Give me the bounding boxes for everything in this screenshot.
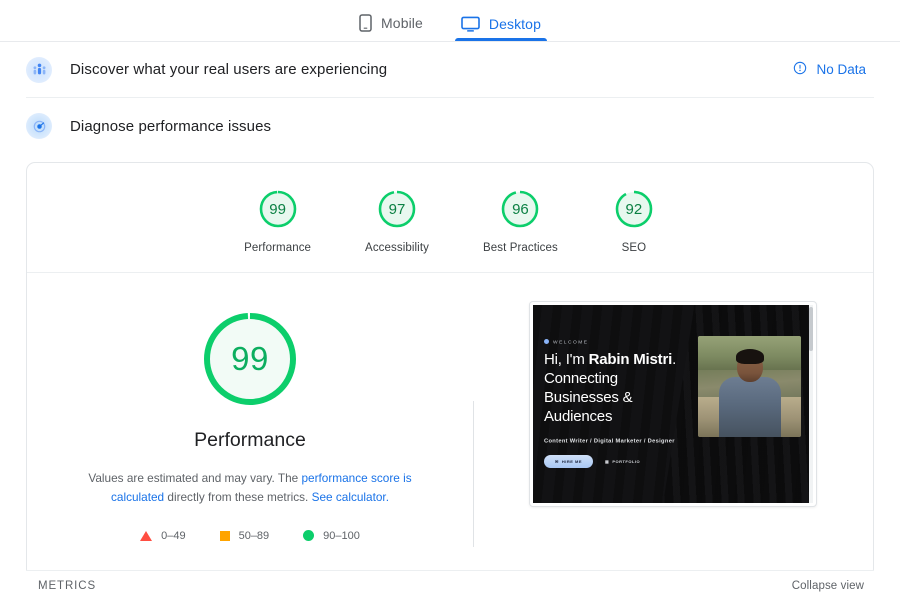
metrics-footer-bar: METRICS Collapse view	[26, 570, 874, 600]
portfolio-heading-line2: Connecting Businesses &	[544, 369, 633, 406]
device-tabs: Mobile Desktop	[0, 0, 900, 42]
lab-data-title: Diagnose performance issues	[70, 117, 272, 135]
legend-item-average: 50–89	[219, 529, 270, 542]
portfolio-heading-post: .	[672, 351, 677, 368]
final-screenshot-pane: WELCOME Hi, I'm Rabin Mistri. Connecting…	[473, 299, 873, 507]
portfolio-portfolio-button[interactable]: ▦ PORTFOLIO	[605, 459, 640, 464]
vertical-divider	[473, 401, 474, 547]
gauge-seo: 92	[612, 187, 656, 231]
square-icon	[219, 530, 230, 541]
gauge-seo-value: 92	[625, 200, 643, 218]
portfolio-cta-row: ✉ HIRE ME ▦ PORTFOLIO	[544, 454, 813, 468]
field-data-section-header: Discover what your real users are experi…	[26, 42, 874, 98]
gauge-accessibility: 97	[375, 187, 419, 231]
gauge-performance-label: Performance	[244, 242, 312, 254]
users-icon	[26, 56, 52, 83]
metrics-label: METRICS	[38, 579, 97, 592]
portfolio-portfolio-label: PORTFOLIO	[612, 458, 641, 464]
lighthouse-results-card: 99 Performance 97 Accessibility 96 Best …	[26, 162, 874, 578]
gauge-performance-value: 99	[269, 200, 286, 218]
tab-mobile[interactable]: Mobile	[353, 14, 429, 41]
portfolio-hero-content: WELCOME Hi, I'm Rabin Mistri. Connecting…	[533, 305, 813, 468]
portfolio-eyebrow: WELCOME	[544, 339, 813, 344]
target-icon	[26, 113, 52, 139]
portfolio-heading: Hi, I'm Rabin Mistri. Connecting Busines…	[544, 351, 696, 427]
performance-score-pane: 99 Performance Values are estimated and …	[27, 299, 473, 542]
tab-mobile-label: Mobile	[381, 15, 423, 31]
monitor-icon	[461, 16, 480, 32]
category-score-accessibility[interactable]: 97 Accessibility	[365, 187, 429, 254]
see-calculator-link[interactable]: See calculator.	[312, 490, 389, 504]
final-screenshot-image: WELCOME Hi, I'm Rabin Mistri. Connecting…	[533, 305, 813, 503]
legend-average-label: 50–89	[238, 529, 270, 542]
collapse-view-button[interactable]: Collapse view	[792, 580, 864, 592]
performance-description: Values are estimated and may vary. The p…	[65, 469, 435, 508]
category-score-best-practices[interactable]: 96 Best Practices	[483, 187, 558, 254]
lab-data-section-header: Diagnose performance issues	[0, 98, 900, 154]
no-data-status[interactable]: No Data	[793, 61, 866, 78]
legend-pass-label: 90–100	[323, 529, 360, 542]
thumbnail-scrollbar-thumb[interactable]	[809, 307, 813, 351]
score-legend: 0–49 50–89 90–100	[140, 530, 360, 542]
gauge-performance: 99	[256, 187, 300, 231]
portfolio-subtitle: Content Writer / Digital Marketer / Desi…	[544, 436, 675, 444]
field-data-title: Discover what your real users are experi…	[70, 61, 388, 78]
portfolio-hire-me-label: HIRE ME	[561, 458, 583, 464]
triangle-icon	[140, 530, 153, 541]
legend-item-fail: 0–49	[140, 529, 186, 542]
thumbnail-scrollbar[interactable]	[809, 305, 813, 503]
tab-desktop[interactable]: Desktop	[454, 16, 548, 41]
circle-icon	[303, 530, 315, 542]
phone-icon	[359, 14, 372, 32]
gauge-accessibility-label: Accessibility	[365, 242, 429, 254]
portfolio-eyebrow-label: WELCOME	[553, 338, 589, 345]
final-screenshot-frame[interactable]: WELCOME Hi, I'm Rabin Mistri. Connecting…	[529, 301, 817, 507]
portfolio-heading-line3: Audiences	[544, 407, 613, 425]
envelope-icon: ✉	[555, 458, 559, 464]
no-data-label: No Data	[816, 62, 866, 77]
gauge-performance-large: 99	[198, 307, 302, 411]
gauge-best-practices: 96	[498, 187, 542, 231]
gauge-seo-label: SEO	[621, 242, 647, 254]
category-score-seo[interactable]: 92 SEO	[612, 187, 656, 254]
performance-desc-part2: directly from these metrics.	[164, 490, 312, 505]
performance-summary: 99 Performance Values are estimated and …	[27, 273, 873, 577]
category-score-strip: 99 Performance 97 Accessibility 96 Best …	[27, 163, 873, 273]
tab-desktop-label: Desktop	[488, 16, 541, 32]
gauge-best-practices-value: 96	[512, 200, 529, 218]
eyebrow-dot-icon	[544, 339, 549, 344]
portfolio-heading-name: Rabin Mistri	[588, 351, 673, 368]
performance-title: Performance	[194, 429, 306, 451]
performance-desc-part1: Values are estimated and may vary. The	[88, 471, 302, 485]
gauge-accessibility-value: 97	[388, 200, 406, 218]
portfolio-hire-me-button[interactable]: ✉ HIRE ME	[544, 454, 594, 468]
gauge-best-practices-label: Best Practices	[482, 242, 558, 254]
portfolio-heading-pre: Hi, I'm	[544, 351, 589, 368]
grid-icon: ▦	[605, 458, 610, 464]
performance-score-value: 99	[231, 340, 269, 377]
legend-item-pass: 90–100	[303, 530, 360, 542]
info-circle-icon	[793, 61, 807, 78]
legend-fail-label: 0–49	[161, 529, 186, 542]
category-score-performance[interactable]: 99 Performance	[244, 187, 311, 254]
